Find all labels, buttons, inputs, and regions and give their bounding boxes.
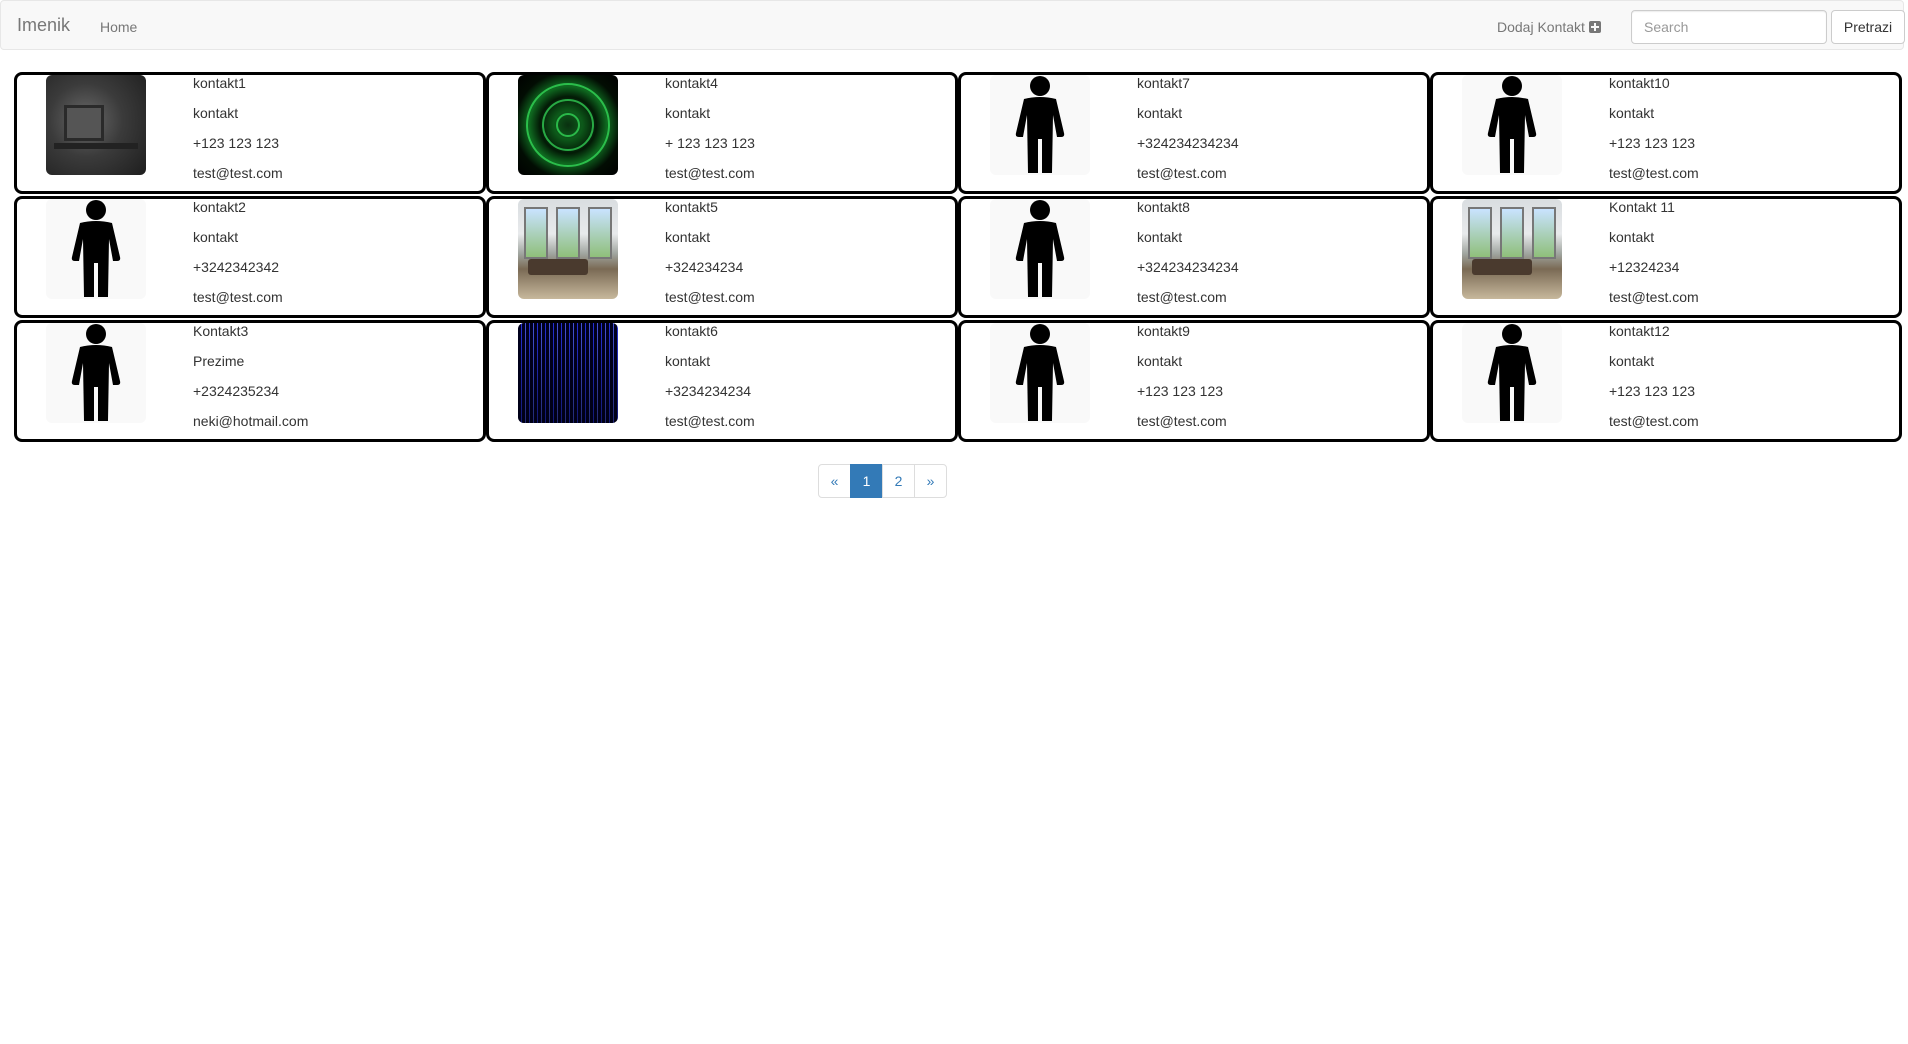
contact-info: kontakt8 kontakt +324234234234 test@test.co…	[1137, 199, 1239, 319]
contact-phone: + 123 123 123	[665, 135, 755, 151]
contact-email: test@test.com	[1137, 413, 1227, 429]
contact-phone: +3242342342	[193, 259, 280, 275]
contact-card[interactable]: Kontakt 11 kontakt +12324234 test@test.com	[1430, 196, 1902, 318]
contact-photo	[46, 75, 146, 175]
contact-info: kontakt4 kontakt + 123 123 123 test@test.co…	[665, 75, 755, 195]
contact-grid: kontakt1 kontakt +123 123 123 test@test.com…	[14, 72, 1906, 442]
contact-info: kontakt1 kontakt +123 123 123 test@test.com	[193, 75, 283, 195]
pagination-page-2[interactable]: 2	[882, 464, 915, 498]
contact-name: kontakt5	[665, 199, 718, 215]
contact-email: test@test.com	[193, 165, 283, 181]
contact-surname: kontakt	[1609, 105, 1655, 121]
contact-card[interactable]: kontakt7 kontakt +324234234234 test@test.co…	[958, 72, 1430, 194]
contact-info: Kontakt 11 kontakt +12324234 test@test.com	[1609, 199, 1699, 319]
contact-card[interactable]: kontakt9 kontakt +123 123 123 test@test.com	[958, 320, 1430, 442]
contact-photo	[518, 75, 618, 175]
contact-email: test@test.com	[1609, 165, 1699, 181]
contact-email: test@test.com	[665, 289, 755, 305]
search-button[interactable]: Pretrazi	[1831, 10, 1905, 44]
contact-name: kontakt8	[1137, 199, 1190, 215]
person-silhouette-icon	[1462, 75, 1562, 175]
contact-surname: kontakt	[1137, 229, 1183, 245]
contact-phone: +2324235234	[193, 383, 280, 399]
contact-email: test@test.com	[1609, 289, 1699, 305]
contact-card[interactable]: Kontakt3 Prezime +2324235234 neki@hotmail.c…	[14, 320, 486, 442]
contact-email: test@test.com	[665, 413, 755, 429]
contact-phone: +324234234234	[1137, 135, 1239, 151]
contact-name: Kontakt 11	[1609, 199, 1675, 215]
add-contact-link[interactable]: Dodaj Kontakt	[1497, 19, 1601, 35]
contact-info: kontakt9 kontakt +123 123 123 test@test.com	[1137, 323, 1227, 443]
contact-card[interactable]: kontakt6 kontakt +3234234234 test@test.com	[486, 320, 958, 442]
search-input[interactable]	[1631, 10, 1827, 44]
contact-info: kontakt6 kontakt +3234234234 test@test.com	[665, 323, 755, 443]
contact-info: kontakt2 kontakt +3242342342 test@test.com	[193, 199, 283, 319]
contact-email: test@test.com	[1137, 165, 1227, 181]
contact-surname: kontakt	[665, 105, 711, 121]
contact-name: kontakt6	[665, 323, 718, 339]
navbar: Imenik Home Dodaj Kontakt Pretrazi	[0, 0, 1905, 50]
contact-card[interactable]: kontakt5 kontakt +324234234 test@test.com	[486, 196, 958, 318]
person-silhouette-icon	[990, 323, 1090, 423]
contact-email: test@test.com	[193, 289, 283, 305]
contact-email: neki@hotmail.com	[193, 413, 309, 429]
add-contact-label: Dodaj Kontakt	[1497, 19, 1585, 35]
contact-info: kontakt10 kontakt +123 123 123 test@test.co…	[1609, 75, 1699, 195]
contact-surname: kontakt	[193, 229, 239, 245]
plus-square-icon	[1588, 21, 1601, 33]
contact-phone: +3234234234	[665, 383, 752, 399]
contact-name: kontakt9	[1137, 323, 1190, 339]
contact-surname: kontakt	[1137, 353, 1183, 369]
contact-card[interactable]: kontakt4 kontakt + 123 123 123 test@test.co…	[486, 72, 958, 194]
pagination-page-1[interactable]: 1	[850, 464, 883, 498]
contact-surname: kontakt	[1609, 353, 1655, 369]
contact-surname: kontakt	[665, 353, 711, 369]
contact-surname: kontakt	[193, 105, 239, 121]
contact-info: kontakt5 kontakt +324234234 test@test.com	[665, 199, 755, 319]
contact-card[interactable]: kontakt12 kontakt +123 123 123 test@test.co…	[1430, 320, 1902, 442]
contact-phone: +324234234	[665, 259, 744, 275]
contact-name: kontakt2	[193, 199, 246, 215]
contact-surname: Prezime	[193, 353, 245, 369]
contact-info: Kontakt3 Prezime +2324235234 neki@hotmail.c…	[193, 323, 308, 443]
contact-surname: kontakt	[665, 229, 711, 245]
contact-info: kontakt7 kontakt +324234234234 test@test.co…	[1137, 75, 1239, 195]
contact-surname: kontakt	[1609, 229, 1655, 245]
contact-email: test@test.com	[665, 165, 755, 181]
contact-name: kontakt1	[193, 75, 246, 91]
pagination-prev-button[interactable]: «	[818, 464, 851, 498]
nav-home-link[interactable]: Home	[100, 19, 137, 35]
person-silhouette-icon	[1462, 323, 1562, 423]
contact-name: kontakt10	[1609, 75, 1670, 91]
contact-photo	[518, 323, 618, 423]
contact-card[interactable]: kontakt8 kontakt +324234234234 test@test.co…	[958, 196, 1430, 318]
contact-card[interactable]: kontakt1 kontakt +123 123 123 test@test.com	[14, 72, 486, 194]
contact-card[interactable]: kontakt2 kontakt +3242342342 test@test.com	[14, 196, 486, 318]
pagination-next-button[interactable]: »	[914, 464, 947, 498]
contact-surname: kontakt	[1137, 105, 1183, 121]
contact-email: test@test.com	[1137, 289, 1227, 305]
contact-email: test@test.com	[1609, 413, 1699, 429]
person-silhouette-icon	[990, 199, 1090, 299]
person-silhouette-icon	[46, 199, 146, 299]
contact-photo	[518, 199, 618, 299]
contact-phone: +123 123 123	[1609, 135, 1696, 151]
contact-name: Kontakt3	[193, 323, 249, 339]
contact-name: kontakt12	[1609, 323, 1670, 339]
contact-phone: +123 123 123	[1137, 383, 1224, 399]
contact-phone: +123 123 123	[1609, 383, 1696, 399]
contact-card[interactable]: kontakt10 kontakt +123 123 123 test@test.co…	[1430, 72, 1902, 194]
pagination: « 1 2 »	[818, 464, 947, 498]
person-silhouette-icon	[46, 323, 146, 423]
contact-info: kontakt12 kontakt +123 123 123 test@test.co…	[1609, 323, 1699, 443]
contact-name: kontakt7	[1137, 75, 1190, 91]
contact-name: kontakt4	[665, 75, 718, 91]
contact-phone: +12324234	[1609, 259, 1680, 275]
brand-link[interactable]: Imenik	[17, 15, 70, 36]
contact-phone: +324234234234	[1137, 259, 1239, 275]
person-silhouette-icon	[990, 75, 1090, 175]
contact-phone: +123 123 123	[193, 135, 280, 151]
contact-photo	[1462, 199, 1562, 299]
